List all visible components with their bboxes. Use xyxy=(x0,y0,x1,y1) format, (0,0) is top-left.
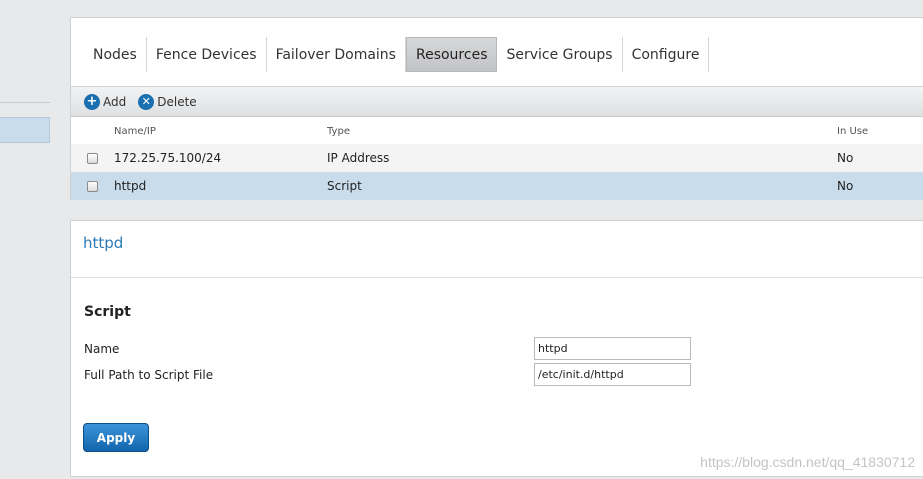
sidebar-selected-item[interactable] xyxy=(0,117,50,143)
row-name: 172.25.75.100/24 xyxy=(114,151,222,165)
tab-bar: Nodes Fence Devices Failover Domains Res… xyxy=(84,37,710,72)
row-checkbox[interactable] xyxy=(87,152,98,164)
column-name-ip: Name/IP xyxy=(114,125,156,137)
sidebar-divider xyxy=(0,102,50,103)
table-header: Name/IP Type In Use xyxy=(71,118,923,144)
add-button[interactable]: + Add xyxy=(84,93,127,110)
add-label: Add xyxy=(103,94,127,109)
delete-button[interactable]: ✕ Delete xyxy=(138,93,197,110)
plus-circle-icon: + xyxy=(84,93,100,110)
watermark: https://blog.csdn.net/qq_41830712 xyxy=(700,454,915,470)
resources-panel: Nodes Fence Devices Failover Domains Res… xyxy=(70,17,923,200)
tab-service-groups[interactable]: Service Groups xyxy=(497,37,623,72)
script-path-input[interactable] xyxy=(534,363,691,386)
row-type: Script xyxy=(327,179,362,193)
detail-divider xyxy=(71,277,923,278)
table-row-selected[interactable]: httpd Script No xyxy=(71,172,923,200)
tab-fence-devices[interactable]: Fence Devices xyxy=(147,37,267,72)
row-in-use: No xyxy=(837,151,854,165)
row-in-use: No xyxy=(837,179,854,193)
resource-toolbar: + Add ✕ Delete xyxy=(71,86,923,117)
column-type: Type xyxy=(327,125,350,137)
tab-configure[interactable]: Configure xyxy=(623,37,710,72)
table-row[interactable]: 172.25.75.100/24 IP Address No xyxy=(71,144,923,172)
row-type: IP Address xyxy=(327,151,390,165)
column-in-use: In Use xyxy=(837,125,869,137)
script-path-label: Full Path to Script File xyxy=(84,368,214,382)
x-circle-icon: ✕ xyxy=(138,93,155,110)
tab-nodes[interactable]: Nodes xyxy=(84,37,147,72)
detail-title: httpd xyxy=(83,234,124,252)
name-label: Name xyxy=(84,342,120,356)
resource-detail-panel: httpd Script Name Full Path to Script Fi… xyxy=(70,220,923,477)
section-title: Script xyxy=(84,304,131,320)
tab-failover-domains[interactable]: Failover Domains xyxy=(267,37,406,72)
apply-button[interactable]: Apply xyxy=(83,423,149,452)
delete-label: Delete xyxy=(157,94,197,109)
row-checkbox[interactable] xyxy=(87,180,98,192)
row-name: httpd xyxy=(114,179,147,193)
name-input[interactable] xyxy=(534,337,691,360)
tab-resources[interactable]: Resources xyxy=(405,37,498,72)
